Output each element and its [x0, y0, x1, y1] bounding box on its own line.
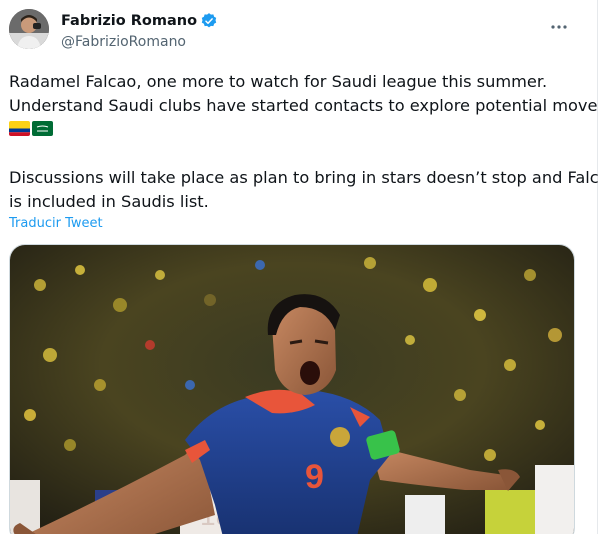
translate-tweet-link[interactable]: Traducir Tweet [9, 216, 103, 231]
tweet-paragraph-2: Discussions will take place as plan to b… [9, 166, 598, 214]
photo-falcao-celebrating: 18 9 [10, 245, 574, 534]
tweet-line-3: Discussions will take place as plan to b… [9, 168, 598, 187]
saudi-arabia-flag-icon [32, 120, 53, 136]
tweet-card[interactable]: Fabrizio Romano @FabrizioRomano Radamel … [0, 0, 598, 534]
colombia-flag-icon [9, 120, 30, 136]
more-options-icon[interactable] [549, 17, 569, 37]
tweet-line-1: Radamel Falcao, one more to watch for Sa… [9, 72, 548, 91]
verified-badge-icon [201, 13, 217, 28]
author-display-name[interactable]: Fabrizio Romano [61, 13, 197, 29]
flag-emojis [9, 118, 584, 138]
tweet-line-4: is included in Saudis list. [9, 192, 209, 211]
tweet-line-2: Understand Saudi clubs have started cont… [9, 96, 598, 115]
tweet-media-photo[interactable]: 18 9 [9, 244, 575, 534]
author-names: Fabrizio Romano @FabrizioRomano [61, 11, 218, 50]
jersey-number: 9 [305, 458, 324, 496]
tweet-text: Radamel Falcao, one more to watch for Sa… [9, 70, 598, 138]
avatar[interactable] [9, 9, 49, 49]
tweet-header: Fabrizio Romano @FabrizioRomano [9, 9, 581, 53]
author-handle[interactable]: @FabrizioRomano [61, 34, 218, 50]
